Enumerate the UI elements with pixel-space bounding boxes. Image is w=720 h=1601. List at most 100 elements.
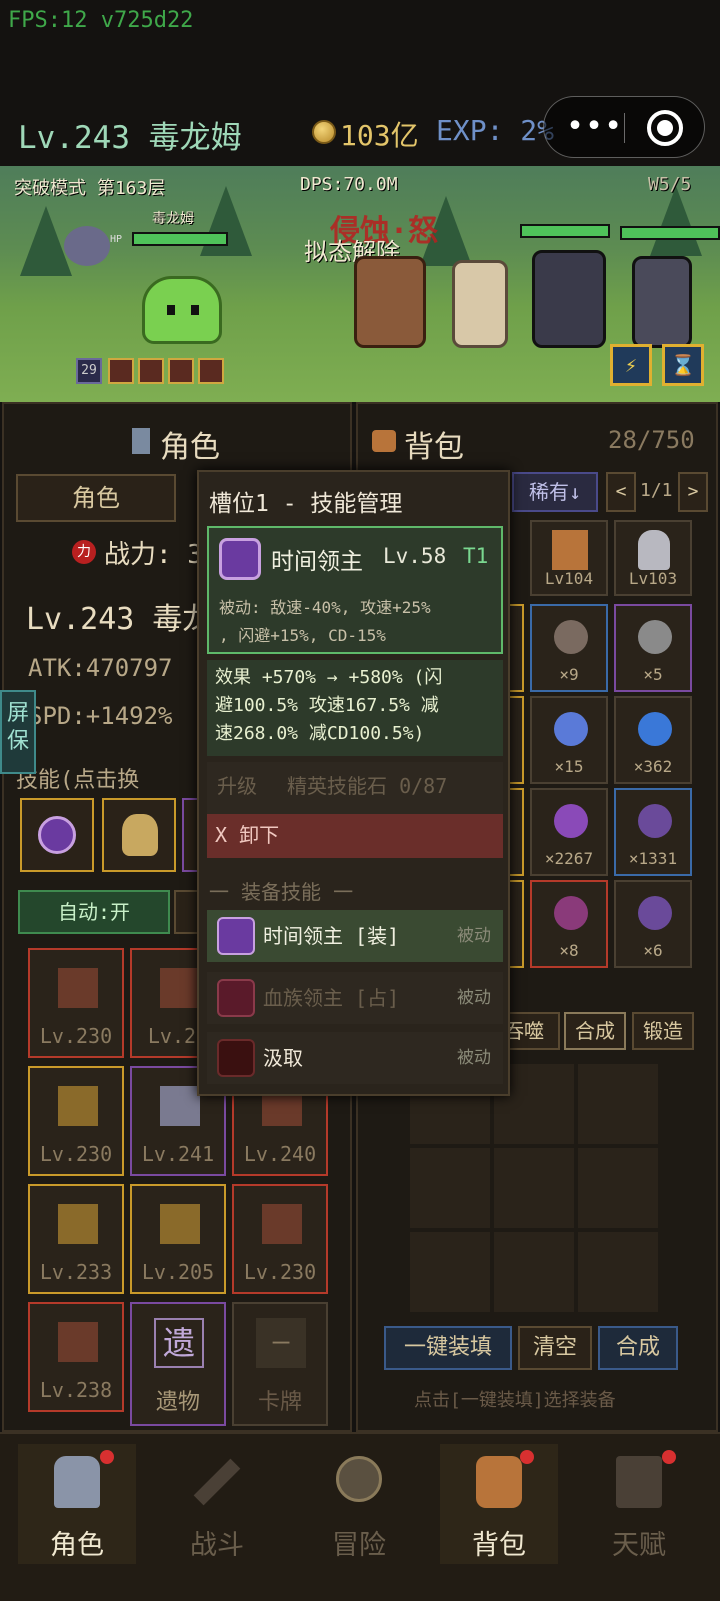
screensaver-toggle[interactable]: 屏保 — [0, 690, 36, 774]
prev-page-button[interactable]: < — [606, 472, 636, 512]
equipment-slot[interactable]: Lv.238 — [28, 1302, 124, 1412]
armor-buff-icon — [168, 358, 194, 384]
hp-label: HP — [110, 234, 123, 245]
more-icon[interactable]: ••• — [566, 109, 623, 144]
nav-talent[interactable]: 天赋 — [580, 1444, 698, 1564]
slime-hero — [142, 276, 222, 344]
hero-hp-bar — [132, 232, 228, 246]
skill-management-popup: 槽位1 - 技能管理 时间领主 Lv.58 T1 被动: 敌速-40%, 攻速+… — [197, 470, 510, 1096]
skill-name: 时间领主 — [271, 549, 363, 575]
skill-option-name: 时间领主 [装] — [263, 924, 400, 948]
card-slot[interactable]: – 卡牌 — [232, 1302, 328, 1426]
upgrade-button[interactable]: 升级 精英技能石 0/87 — [207, 762, 503, 814]
skill-option[interactable]: 时间领主 [装] 被动 — [207, 910, 503, 962]
backpack-icon — [476, 1456, 522, 1508]
sword-icon — [193, 1458, 241, 1506]
skill-option-type: 被动 — [457, 1048, 491, 1068]
nav-backpack[interactable]: 背包 — [440, 1444, 558, 1564]
equipment-slot[interactable]: Lv.230 — [28, 948, 124, 1058]
effect-line-1: 效果 +570% → +580% (闪 — [215, 667, 443, 688]
inventory-item[interactable]: ×362 — [614, 696, 692, 784]
forge-slot[interactable] — [578, 1232, 658, 1312]
item-count: ×1331 — [628, 849, 678, 868]
material-icon — [554, 620, 588, 654]
equipment-icon — [160, 1204, 200, 1244]
auto-toggle[interactable]: 自动:开 — [18, 890, 170, 934]
equipment-slot[interactable]: Lv.233 — [28, 1184, 124, 1294]
equipment-slot[interactable]: Lv.230 — [232, 1184, 328, 1294]
nav-character[interactable]: 角色 — [18, 1444, 136, 1564]
inventory-item[interactable]: ×9 — [530, 604, 608, 692]
merge-button[interactable]: 合成 — [598, 1326, 678, 1370]
close-icon[interactable] — [647, 110, 683, 146]
auto-fill-button[interactable]: 一键装填 — [384, 1326, 512, 1370]
nav-label: 战斗 — [190, 1530, 244, 1561]
nav-adventure[interactable]: 冒险 — [300, 1444, 418, 1564]
forge-slot[interactable] — [578, 1064, 658, 1144]
valkyrie-enemy — [452, 260, 508, 348]
character-tab[interactable]: 角色 — [16, 474, 176, 522]
skill-option[interactable]: 血族领主 [占] 被动 — [207, 972, 503, 1024]
rock-golem-enemy — [354, 256, 426, 348]
skill-desc-1: 被动: 敌速-40%, 攻速+25% — [219, 598, 431, 617]
skill-option-name: 血族领主 [占] — [263, 986, 400, 1010]
exp-label: EXP: 2% — [436, 114, 555, 147]
notification-dot — [520, 1450, 534, 1464]
skill-option[interactable]: 汲取 被动 — [207, 1032, 503, 1084]
unequip-button[interactable]: X 卸下 — [207, 814, 503, 858]
material-icon — [554, 896, 588, 930]
fps-counter: FPS:12 v725d22 — [8, 8, 194, 33]
inventory-item[interactable]: ×6 — [614, 880, 692, 968]
inventory-item[interactable]: ×5 — [614, 604, 692, 692]
item-count: ×15 — [554, 757, 584, 776]
speed-boost-button[interactable]: ⚡ — [610, 344, 652, 386]
blood-drop-icon — [217, 1039, 255, 1077]
inventory-item[interactable]: Lv104 — [530, 520, 608, 596]
angel-icon — [122, 814, 158, 856]
card-char: – — [256, 1318, 306, 1368]
item-count: ×8 — [559, 941, 579, 960]
enemy-hp-bar — [520, 224, 610, 238]
forge-slot[interactable] — [578, 1148, 658, 1228]
atk-stat: ATK:470797 — [28, 654, 173, 682]
knight-enemy — [632, 256, 692, 348]
inventory-item[interactable]: Lv103 — [614, 520, 692, 596]
hourglass-button[interactable]: ⌛ — [662, 344, 704, 386]
equipment-slot[interactable]: Lv.205 — [130, 1184, 226, 1294]
inventory-item[interactable]: ×2267 — [530, 788, 608, 876]
forge-tab[interactable]: 锻造 — [632, 1012, 694, 1050]
material-icon — [638, 896, 672, 930]
sort-dropdown[interactable]: 稀有↓ — [512, 472, 598, 512]
forge-slot[interactable] — [494, 1148, 574, 1228]
merge-tab[interactable]: 合成 — [564, 1012, 626, 1050]
clear-button[interactable]: 清空 — [518, 1326, 592, 1370]
skill-desc-2: , 闪避+15%, CD-15% — [219, 626, 386, 645]
anvil-icon — [616, 1456, 662, 1508]
equipment-level: Lv.240 — [243, 1142, 317, 1166]
tree-decoration — [650, 186, 702, 256]
skill-slot-1[interactable] — [20, 798, 94, 872]
inventory-item[interactable]: ×15 — [530, 696, 608, 784]
inventory-item[interactable]: ×8 — [530, 880, 608, 968]
inventory-item[interactable]: ×1331 — [614, 788, 692, 876]
skill-slot-2[interactable] — [102, 798, 176, 872]
nav-battle[interactable]: 战斗 — [158, 1444, 276, 1564]
upgrade-cost: 精英技能石 0/87 — [287, 774, 448, 798]
panel-title: 角色 — [160, 430, 220, 465]
notification-dot — [100, 1450, 114, 1464]
spd-stat: SPD:+1492% — [28, 702, 173, 730]
forge-slot[interactable] — [410, 1232, 490, 1312]
forge-slot[interactable] — [494, 1232, 574, 1312]
equipment-icon — [160, 968, 200, 1008]
forge-slot[interactable] — [410, 1148, 490, 1228]
relic-slot[interactable]: 遗 遗物 — [130, 1302, 226, 1426]
equipment-icon — [58, 1322, 98, 1362]
item-count: ×362 — [633, 757, 673, 776]
skill-level: Lv.58 — [383, 544, 447, 568]
current-skill-card: 时间领主 Lv.58 T1 被动: 敌速-40%, 攻速+25% , 闪避+15… — [207, 526, 503, 654]
material-icon — [554, 712, 588, 746]
knight-icon — [132, 428, 150, 454]
next-page-button[interactable]: > — [678, 472, 708, 512]
time-lord-icon — [219, 538, 261, 580]
equipment-slot[interactable]: Lv.230 — [28, 1066, 124, 1176]
